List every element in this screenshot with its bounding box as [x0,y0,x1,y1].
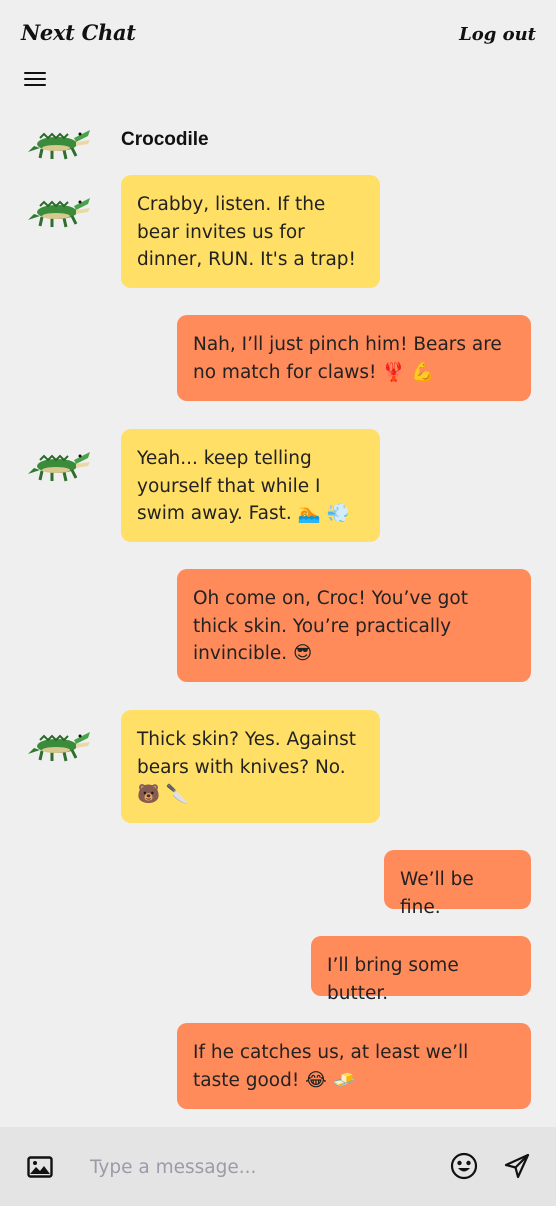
hamburger-icon[interactable] [24,72,46,90]
chat-header: Crocodile [26,118,426,162]
message-composer [0,1127,556,1206]
message-outgoing: I’ll bring some butter. [311,936,531,1004]
image-icon[interactable] [27,1156,53,1178]
contact-avatar [26,118,92,162]
message-incoming: Crabby, listen. If the bear invites us f… [121,175,380,288]
message-avatar [26,186,92,230]
message-outgoing: Oh come on, Croc! You’ve got thick skin.… [177,569,531,682]
message-incoming: Thick skin? Yes. Against bears with kniv… [121,710,380,823]
message-outgoing: If he catches us, at least we’ll taste g… [177,1023,531,1109]
send-icon[interactable] [504,1153,530,1179]
top-bar: Next Chat Log out [0,0,556,70]
app-title: Next Chat [21,20,136,45]
smiley-icon[interactable] [450,1152,478,1180]
message-outgoing: We’ll be fine. [384,850,531,918]
message-avatar [26,440,92,484]
message-input[interactable] [90,1149,420,1185]
logout-button[interactable]: Log out [459,24,536,45]
message-incoming: Yeah... keep telling yourself that while… [121,429,380,542]
message-avatar [26,720,92,764]
contact-name: Crocodile [121,129,209,150]
message-outgoing: Nah, I’ll just pinch him! Bears are no m… [177,315,531,401]
